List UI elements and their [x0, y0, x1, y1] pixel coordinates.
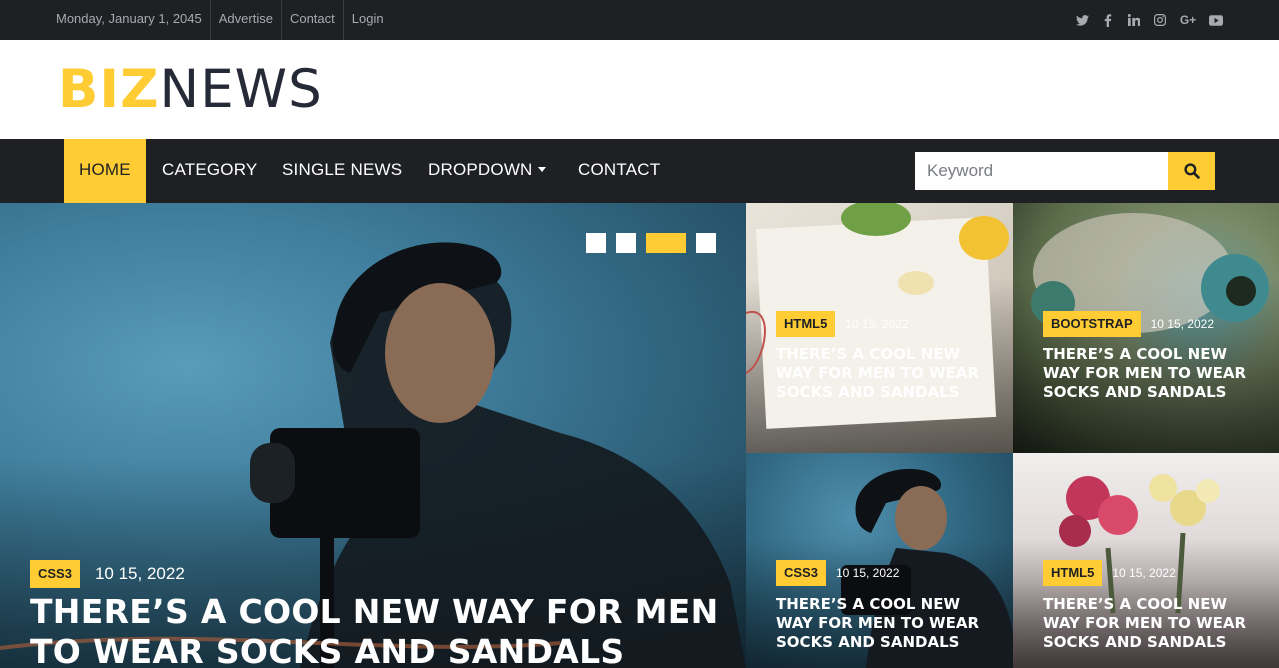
search-icon	[1183, 163, 1200, 179]
card-meta: HTML5 10 15, 2022	[776, 311, 909, 337]
youtube-icon[interactable]	[1209, 12, 1223, 28]
top-bar: Monday, January 1, 2045 Advertise Contac…	[0, 0, 1279, 40]
category-tag[interactable]: BOOTSTRAP	[1043, 311, 1141, 337]
search-bar	[915, 152, 1215, 190]
site-logo[interactable]: BIZNEWS	[58, 58, 323, 122]
news-card[interactable]: CSS3 10 15, 2022 THERE’S A COOL NEW WAY …	[746, 453, 1013, 668]
hero-meta: CSS3 10 15, 2022	[30, 560, 185, 588]
current-date: Monday, January 1, 2045	[48, 0, 211, 40]
card-meta: HTML5 10 15, 2022	[1043, 560, 1176, 586]
slider-dot-3[interactable]	[646, 233, 686, 253]
card-title[interactable]: THERE’S A COOL NEW WAY FOR MEN TO WEAR S…	[776, 595, 996, 652]
login-link[interactable]: Login	[344, 0, 392, 40]
news-card[interactable]: HTML5 10 15, 2022 THERE’S A COOL NEW WAY…	[746, 203, 1013, 453]
slider-dots	[586, 233, 716, 253]
hero-title[interactable]: THERE’S A COOL NEW WAY FOR MEN TO WEAR S…	[30, 592, 730, 668]
google-plus-icon[interactable]: G+	[1179, 12, 1197, 28]
post-date: 10 15, 2022	[1112, 566, 1176, 580]
card-title[interactable]: THERE’S A COOL NEW WAY FOR MEN TO WEAR S…	[1043, 345, 1263, 402]
card-meta: CSS3 10 15, 2022	[776, 560, 899, 586]
post-date: 10 15, 2022	[835, 566, 900, 580]
slider-dot-2[interactable]	[616, 233, 636, 253]
nav-item-single-news[interactable]: SINGLE NEWS	[282, 139, 402, 203]
card-title[interactable]: THERE’S A COOL NEW WAY FOR MEN TO WEAR S…	[776, 345, 996, 402]
post-date: 10 15, 2022	[1150, 317, 1215, 331]
post-date: 10 15, 2022	[94, 564, 185, 583]
post-date: 10 15, 2022	[845, 317, 909, 331]
twitter-icon[interactable]	[1075, 12, 1089, 28]
nav-item-dropdown-label: DROPDOWN	[428, 160, 533, 179]
search-input[interactable]	[915, 152, 1168, 190]
logo-bold: BIZ	[58, 59, 160, 120]
caret-down-icon	[537, 167, 546, 172]
nav-item-category[interactable]: CATEGORY	[162, 139, 257, 203]
news-card[interactable]: HTML5 10 15, 2022 THERE’S A COOL NEW WAY…	[1013, 453, 1279, 668]
facebook-icon[interactable]	[1101, 12, 1115, 28]
nav-item-dropdown[interactable]: DROPDOWN	[428, 139, 546, 203]
nav-item-home[interactable]: HOME	[64, 139, 146, 203]
linkedin-icon[interactable]	[1127, 12, 1141, 28]
slider-dot-1[interactable]	[586, 233, 606, 253]
category-tag[interactable]: CSS3	[30, 560, 80, 588]
category-tag[interactable]: HTML5	[776, 311, 836, 337]
logo-light: NEWS	[159, 59, 323, 120]
card-title[interactable]: THERE’S A COOL NEW WAY FOR MEN TO WEAR S…	[1043, 595, 1263, 652]
hero-slide[interactable]: CSS3 10 15, 2022 THERE’S A COOL NEW WAY …	[0, 203, 746, 668]
instagram-icon[interactable]	[1153, 12, 1167, 28]
nav-item-contact[interactable]: CONTACT	[578, 139, 660, 203]
news-card[interactable]: BOOTSTRAP 10 15, 2022 THERE’S A COOL NEW…	[1013, 203, 1279, 453]
category-tag[interactable]: HTML5	[1043, 560, 1103, 586]
contact-link[interactable]: Contact	[282, 0, 344, 40]
card-meta: BOOTSTRAP 10 15, 2022	[1043, 311, 1214, 337]
top-links: Monday, January 1, 2045 Advertise Contac…	[48, 0, 392, 40]
slider-dot-4[interactable]	[696, 233, 716, 253]
advertise-link[interactable]: Advertise	[211, 0, 282, 40]
social-links: G+	[1075, 12, 1223, 28]
search-button[interactable]	[1168, 152, 1215, 190]
category-tag[interactable]: CSS3	[776, 560, 826, 586]
